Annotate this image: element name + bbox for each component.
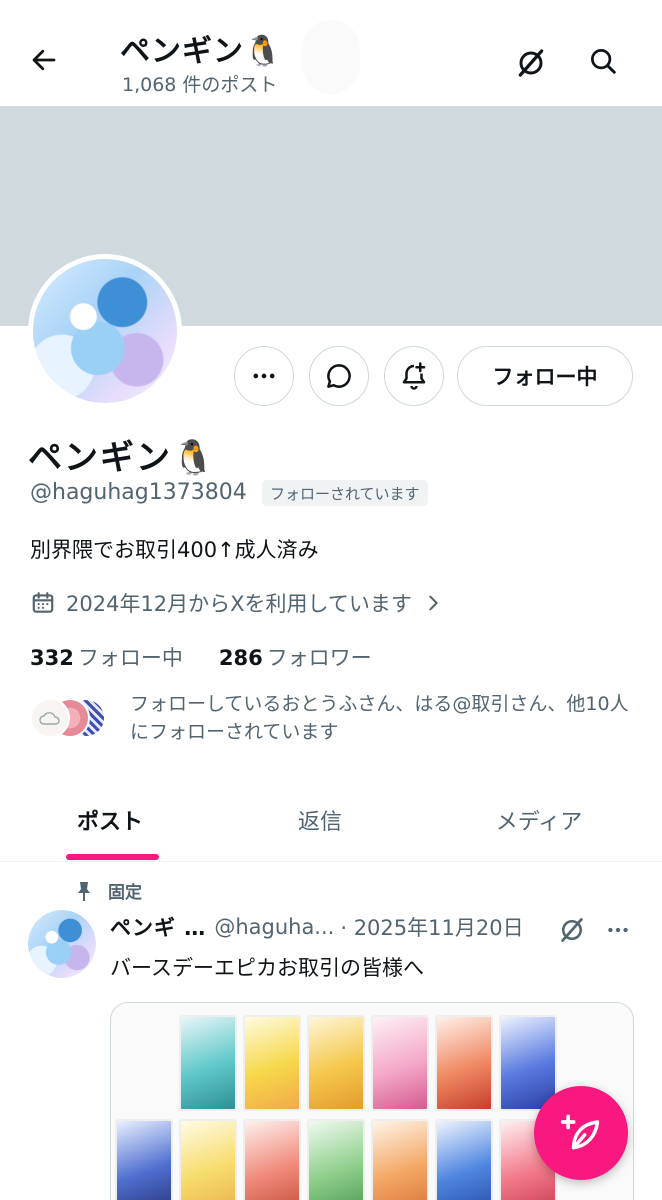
pin-icon	[78, 881, 90, 901]
more-button[interactable]	[234, 346, 294, 406]
tab-replies[interactable]: 返信	[220, 780, 420, 860]
tab-posts[interactable]: ポスト	[0, 780, 220, 860]
message-bubble-icon	[327, 364, 351, 388]
post-author-name[interactable]: ペンギ …	[110, 912, 206, 942]
pinned-label: 固定	[108, 883, 142, 903]
followers-count: 286	[218, 646, 263, 670]
message-button[interactable]	[309, 346, 369, 406]
known-follower-avatar	[30, 698, 70, 738]
following-count: 332	[30, 646, 74, 670]
known-followers-avatars[interactable]	[30, 698, 110, 740]
follows-you-badge: フォローされています	[262, 480, 428, 506]
post-more-button[interactable]	[600, 910, 636, 950]
post-count: 1,068 件のポスト	[122, 74, 278, 96]
following-label: フォロー中	[77, 646, 183, 670]
trading-card	[435, 1119, 493, 1200]
search-button[interactable]	[580, 38, 626, 84]
post-avatar-image	[28, 910, 96, 978]
following-button[interactable]: フォロー中	[457, 346, 633, 406]
post-header: ペンギ … @haguha... · 2025年11月20日	[110, 912, 524, 942]
compose-post-button[interactable]	[534, 1086, 628, 1180]
header-avatar-placeholder	[302, 20, 360, 94]
trading-card	[307, 1015, 365, 1111]
post-author-avatar[interactable]	[28, 910, 96, 978]
profile-tabs: ポスト 返信 メディア	[0, 780, 662, 862]
profile-handle: @haguhag1373804	[30, 480, 247, 505]
trading-card	[243, 1119, 301, 1200]
avatar-image	[33, 259, 177, 403]
grok-icon	[561, 918, 583, 942]
active-tab-indicator	[66, 854, 159, 860]
cloud-icon	[39, 712, 60, 725]
header-title: ペンギン🐧	[120, 34, 283, 69]
followers-label: フォロワー	[266, 646, 372, 670]
trading-card	[499, 1015, 557, 1111]
search-icon	[591, 49, 616, 74]
grok-icon	[518, 49, 544, 77]
post-grok-button[interactable]	[552, 910, 592, 950]
more-horizontal-icon	[608, 927, 628, 933]
following-count-link[interactable]: 332 フォロー中	[30, 642, 183, 672]
back-button[interactable]	[22, 38, 66, 82]
more-horizontal-icon	[253, 373, 275, 379]
grok-button[interactable]	[508, 40, 554, 86]
post-text: バースデーエピカお取引の皆様へ	[110, 956, 424, 980]
trading-card	[179, 1119, 237, 1200]
tab-media[interactable]: メディア	[420, 780, 658, 860]
bell-plus-icon	[402, 362, 426, 390]
post-date[interactable]: · 2025年11月20日	[340, 912, 523, 942]
arrow-left-icon	[32, 49, 56, 71]
trading-card	[115, 1119, 173, 1200]
followers-count-link[interactable]: 286 フォロワー	[219, 642, 372, 672]
profile-bio: 別界隈でお取引400↑成人済み	[30, 538, 319, 562]
post-author-handle[interactable]: @haguha...	[214, 915, 334, 939]
joined-date-text: 2024年12月からXを利用しています	[66, 592, 412, 616]
profile-display-name: ペンギン🐧	[28, 438, 217, 478]
follow-counts: 332 フォロー中 286 フォロワー	[30, 642, 372, 672]
feather-plus-icon	[560, 1114, 600, 1150]
trading-card	[179, 1015, 237, 1111]
calendar-icon	[32, 592, 54, 613]
chevron-right-icon	[429, 595, 438, 611]
notify-button[interactable]	[384, 346, 444, 406]
known-followers-text[interactable]: フォローしているおとうふさん、はる@取引さん、他10人にフォローされています	[130, 690, 630, 746]
trading-card	[371, 1119, 429, 1200]
profile-avatar[interactable]	[28, 254, 182, 408]
trading-card	[371, 1015, 429, 1111]
trading-card	[307, 1119, 365, 1200]
trading-card	[243, 1015, 301, 1111]
trading-card	[435, 1015, 493, 1111]
pinned-label-row: 固定	[74, 878, 142, 903]
joined-date-row[interactable]: 2024年12月からXを利用しています	[30, 588, 444, 618]
